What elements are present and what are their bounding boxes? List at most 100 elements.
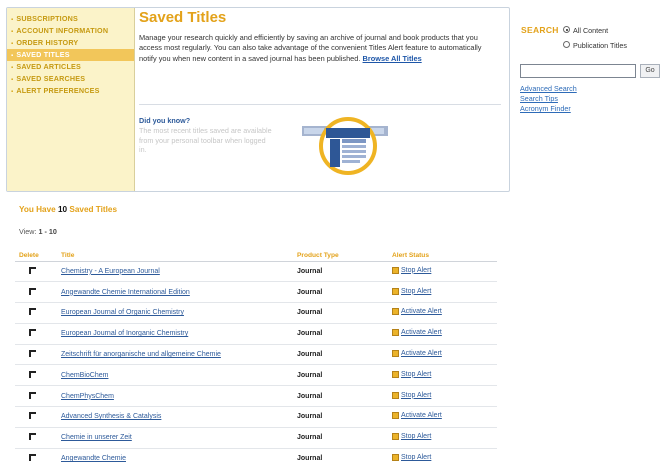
title-link[interactable]: ChemBioChem bbox=[61, 372, 108, 379]
bullet-icon: ▪ bbox=[11, 53, 14, 59]
title-link[interactable]: Chemie in unserer Zeit bbox=[61, 434, 132, 441]
advanced-search-link[interactable]: Advanced Search bbox=[520, 84, 577, 93]
alert-status-link[interactable]: Stop Alert bbox=[401, 267, 431, 274]
alert-cell: Stop Alert bbox=[388, 448, 497, 466]
delete-checkbox[interactable] bbox=[29, 287, 36, 295]
alert-status-link[interactable]: Stop Alert bbox=[401, 433, 431, 440]
delete-checkbox[interactable] bbox=[29, 454, 36, 462]
alert-status-link[interactable]: Stop Alert bbox=[401, 288, 431, 295]
alert-envelope-icon bbox=[392, 412, 399, 420]
alert-cell: Stop Alert bbox=[388, 427, 497, 449]
bullet-icon: ▪ bbox=[11, 65, 14, 71]
title-cell: European Journal of Inorganic Chemistry bbox=[57, 323, 293, 345]
alert-toggle[interactable]: Activate Alert bbox=[392, 350, 442, 358]
alert-envelope-icon bbox=[392, 308, 399, 316]
alert-status-link[interactable]: Activate Alert bbox=[401, 308, 442, 315]
type-cell: Journal bbox=[293, 281, 388, 304]
title-cell: Chemie in unserer Zeit bbox=[57, 427, 293, 449]
alert-status-link[interactable]: Activate Alert bbox=[401, 412, 442, 419]
bullet-icon: ▪ bbox=[11, 41, 14, 47]
delete-cell bbox=[15, 385, 57, 408]
alert-toggle[interactable]: Activate Alert bbox=[392, 308, 442, 316]
alert-toggle[interactable]: Activate Alert bbox=[392, 412, 442, 420]
delete-checkbox[interactable] bbox=[29, 412, 36, 420]
type-cell: Journal bbox=[293, 406, 388, 428]
sidebar-item-label: ACCOUNT INFORMATION bbox=[16, 26, 109, 35]
table-row: Angewandte Chemie International Edition J… bbox=[15, 281, 497, 304]
alert-toggle[interactable]: Stop Alert bbox=[392, 266, 431, 274]
alert-cell: Activate Alert bbox=[388, 344, 497, 366]
browse-all-titles-link[interactable]: Browse All Titles bbox=[363, 54, 422, 63]
alert-toggle[interactable]: Stop Alert bbox=[392, 433, 431, 441]
delete-checkbox[interactable] bbox=[29, 391, 36, 399]
title-link[interactable]: European Journal of Organic Chemistry bbox=[61, 309, 184, 316]
sidebar-item-order-history[interactable]: ▪ ORDER HISTORY bbox=[7, 37, 134, 49]
delete-cell bbox=[15, 281, 57, 304]
title-link[interactable]: Angewandte Chemie International Edition bbox=[61, 289, 190, 296]
title-link[interactable]: Advanced Synthesis & Catalysis bbox=[61, 413, 161, 420]
view-range-value: 1 - 10 bbox=[38, 227, 57, 236]
title-link[interactable]: ChemPhysChem bbox=[61, 393, 114, 400]
alert-status-link[interactable]: Stop Alert bbox=[401, 454, 431, 461]
alert-status-link[interactable]: Stop Alert bbox=[401, 392, 431, 399]
bullet-icon: ▪ bbox=[11, 17, 14, 23]
divider bbox=[139, 104, 501, 105]
title-link[interactable]: Chemistry - A European Journal bbox=[61, 268, 160, 275]
type-cell: Journal bbox=[293, 427, 388, 449]
sidebar-item-saved-articles[interactable]: ▪ SAVED ARTICLES bbox=[7, 61, 134, 73]
alert-envelope-icon bbox=[392, 370, 399, 378]
delete-checkbox[interactable] bbox=[29, 266, 36, 274]
title-link[interactable]: European Journal of Inorganic Chemistry bbox=[61, 330, 188, 337]
product-type: Journal bbox=[297, 392, 323, 400]
product-type: Journal bbox=[297, 309, 323, 317]
alert-toggle[interactable]: Activate Alert bbox=[392, 329, 442, 337]
type-cell: Journal bbox=[293, 385, 388, 408]
table-row: ChemPhysChem Journal Stop Alert bbox=[15, 385, 497, 408]
search-input[interactable] bbox=[520, 64, 636, 78]
title-link[interactable]: Angewandte Chemie bbox=[61, 455, 126, 462]
product-type: Journal bbox=[297, 288, 323, 296]
title-cell: Angewandte Chemie International Edition bbox=[57, 281, 293, 304]
go-button[interactable]: Go bbox=[640, 64, 660, 78]
delete-checkbox[interactable] bbox=[29, 370, 36, 378]
alert-status-link[interactable]: Activate Alert bbox=[401, 350, 442, 357]
delete-checkbox[interactable] bbox=[29, 433, 36, 441]
alert-toggle[interactable]: Stop Alert bbox=[392, 391, 431, 399]
table-row: European Journal of Organic Chemistry Jou… bbox=[15, 302, 497, 324]
delete-cell bbox=[15, 344, 57, 366]
title-cell: Zeitschrift für anorganische und allgeme… bbox=[57, 344, 293, 366]
radio-publication-titles[interactable] bbox=[563, 41, 570, 48]
product-type: Journal bbox=[297, 267, 323, 275]
alert-status-link[interactable]: Activate Alert bbox=[401, 329, 442, 336]
bullet-icon: ▪ bbox=[11, 29, 14, 35]
product-type: Journal bbox=[297, 351, 323, 359]
alert-envelope-icon bbox=[392, 433, 399, 441]
alert-envelope-icon bbox=[392, 266, 399, 274]
delete-checkbox[interactable] bbox=[29, 308, 36, 316]
table-header-row: Delete Title Product Type Alert Status bbox=[15, 250, 497, 262]
alert-cell: Stop Alert bbox=[388, 364, 497, 387]
sidebar-item-account-information[interactable]: ▪ ACCOUNT INFORMATION bbox=[7, 25, 134, 37]
delete-checkbox[interactable] bbox=[29, 350, 36, 358]
alert-toggle[interactable]: Stop Alert bbox=[392, 370, 431, 378]
table-row: ChemBioChem Journal Stop Alert bbox=[15, 364, 497, 387]
sidebar-item-subscriptions[interactable]: ▪ SUBSCRIPTIONS bbox=[7, 13, 134, 25]
table-row: European Journal of Inorganic Chemistry J… bbox=[15, 323, 497, 345]
sidebar-item-label: ALERT PREFERENCES bbox=[16, 86, 100, 95]
alert-toggle[interactable]: Stop Alert bbox=[392, 454, 431, 462]
alert-toggle[interactable]: Stop Alert bbox=[392, 287, 431, 295]
acronym-finder-link[interactable]: Acronym Finder bbox=[520, 104, 571, 113]
radio-all-content[interactable] bbox=[563, 26, 570, 33]
delete-cell bbox=[15, 302, 57, 324]
sidebar-item-saved-titles[interactable]: ▪ SAVED TITLES bbox=[7, 49, 134, 61]
title-link[interactable]: Zeitschrift für anorganische und allgeme… bbox=[61, 351, 221, 358]
sidebar-item-label: SAVED SEARCHES bbox=[16, 74, 86, 83]
search-tips-link[interactable]: Search Tips bbox=[520, 94, 558, 103]
delete-checkbox[interactable] bbox=[29, 329, 36, 337]
table-row: Zeitschrift für anorganische und allgeme… bbox=[15, 344, 497, 366]
alert-envelope-icon bbox=[392, 391, 399, 399]
product-type: Journal bbox=[297, 330, 323, 338]
alert-status-link[interactable]: Stop Alert bbox=[401, 371, 431, 378]
sidebar-item-alert-preferences[interactable]: ▪ ALERT PREFERENCES bbox=[7, 85, 134, 97]
sidebar-item-saved-searches[interactable]: ▪ SAVED SEARCHES bbox=[7, 73, 134, 85]
